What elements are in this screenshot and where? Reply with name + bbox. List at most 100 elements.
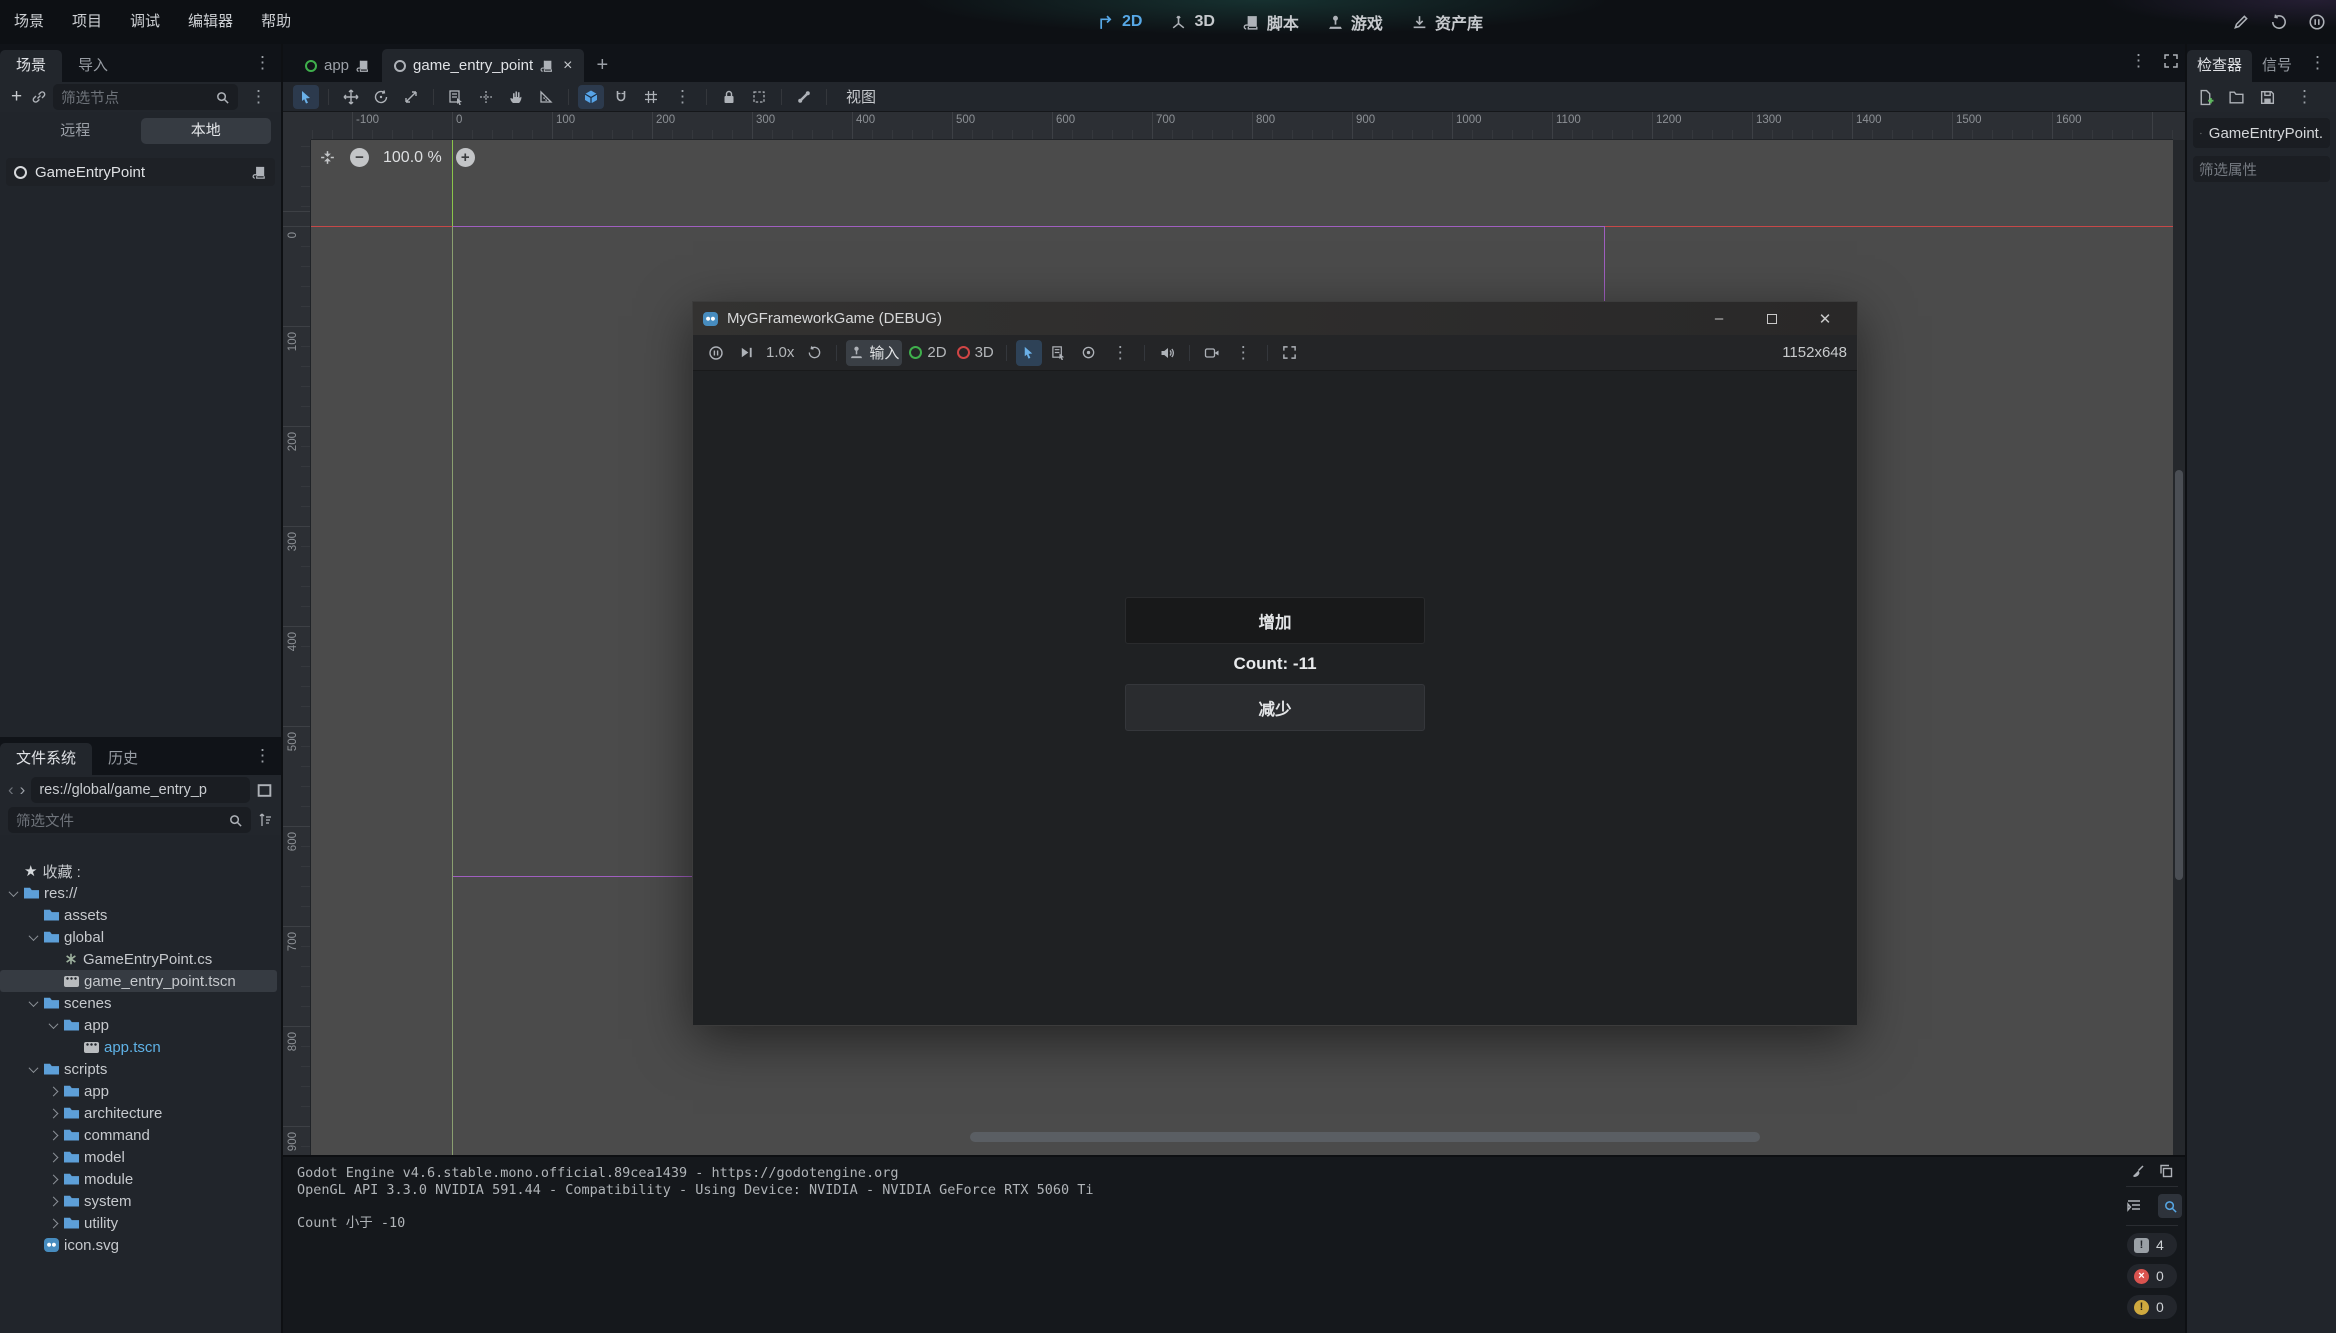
camera-override-button[interactable] bbox=[1076, 340, 1102, 366]
move-tool-button[interactable] bbox=[338, 85, 364, 109]
fs-row-app[interactable]: app bbox=[0, 1014, 283, 1036]
fs-row-res[interactable]: res:// bbox=[0, 882, 283, 904]
filesystem-menu-icon[interactable]: ⋮ bbox=[248, 741, 277, 771]
game-window[interactable]: MyGFrameworkGame (DEBUG) – ✕ 1.0x 输入 bbox=[693, 302, 1857, 1025]
back-button[interactable]: ‹ bbox=[8, 780, 14, 800]
pause-icon[interactable] bbox=[2308, 13, 2326, 31]
sort-icon[interactable] bbox=[257, 812, 273, 828]
chevron-right-icon[interactable] bbox=[49, 1218, 59, 1228]
rotate-tool-button[interactable] bbox=[368, 85, 394, 109]
new-scene-tab-button[interactable]: + bbox=[584, 49, 620, 82]
scene-root-node[interactable]: GameEntryPoint bbox=[6, 158, 275, 186]
path-input[interactable]: res://global/game_entry_p bbox=[31, 777, 250, 803]
chevron-right-icon[interactable] bbox=[49, 1086, 59, 1096]
close-button[interactable]: ✕ bbox=[1803, 302, 1847, 335]
workspace-game-button[interactable]: 游戏 bbox=[1327, 10, 1383, 34]
tab-signals[interactable]: 信号 bbox=[2252, 50, 2302, 82]
zoom-level[interactable]: 100.0 % bbox=[383, 149, 442, 167]
game-options-icon[interactable]: ⋮ bbox=[1106, 338, 1135, 368]
speed-selector[interactable]: 1.0x bbox=[763, 340, 797, 366]
chevron-right-icon[interactable] bbox=[49, 1108, 59, 1118]
chevron-right-icon[interactable] bbox=[49, 1196, 59, 1206]
fs-row-[interactable]: ★收藏 : bbox=[0, 860, 283, 882]
fs-row-app.tscn[interactable]: app.tscn bbox=[0, 1036, 283, 1058]
pointer-icon[interactable] bbox=[2232, 13, 2250, 31]
forward-button[interactable]: › bbox=[20, 780, 26, 800]
attached-script-icon[interactable] bbox=[252, 165, 267, 180]
fs-row-assets[interactable]: assets bbox=[0, 904, 283, 926]
fs-row-scripts[interactable]: scripts bbox=[0, 1058, 283, 1080]
horizontal-scrollbar[interactable] bbox=[970, 1132, 1760, 1142]
list-select-button[interactable] bbox=[443, 85, 469, 109]
scene-tree-menu-icon[interactable]: ⋮ bbox=[244, 82, 273, 112]
chevron-down-icon[interactable] bbox=[29, 931, 39, 941]
fs-row-icon.svg[interactable]: icon.svg bbox=[0, 1234, 283, 1256]
debug-2d-button[interactable]: 2D bbox=[906, 340, 949, 366]
select-tool-button[interactable] bbox=[293, 85, 319, 109]
fs-row-architecture[interactable]: architecture bbox=[0, 1102, 283, 1124]
workspace-assetlib-button[interactable]: 资产库 bbox=[1411, 10, 1483, 34]
new-resource-icon[interactable] bbox=[2197, 89, 2214, 106]
fs-row-global[interactable]: global bbox=[0, 926, 283, 948]
menu-debug[interactable]: 调试 bbox=[116, 0, 174, 44]
game-window-titlebar[interactable]: MyGFrameworkGame (DEBUG) – ✕ bbox=[693, 302, 1857, 335]
reload-icon[interactable] bbox=[2270, 13, 2288, 31]
expand-icon[interactable] bbox=[2163, 53, 2179, 69]
filter-files-input[interactable]: 筛选文件 bbox=[8, 807, 251, 833]
maximize-button[interactable] bbox=[1750, 302, 1794, 335]
input-toggle-button[interactable]: 输入 bbox=[846, 340, 902, 366]
fs-row-model[interactable]: model bbox=[0, 1146, 283, 1168]
fs-row-module[interactable]: module bbox=[0, 1168, 283, 1190]
increase-button[interactable]: 增加 bbox=[1125, 597, 1425, 644]
inspector-menu-icon[interactable]: ⋮ bbox=[2303, 48, 2332, 78]
snap-options-icon[interactable]: ⋮ bbox=[668, 82, 697, 112]
save-icon[interactable] bbox=[2259, 89, 2276, 106]
error-count-badge[interactable]: × 0 bbox=[2127, 1264, 2177, 1288]
decrease-button[interactable]: 减少 bbox=[1125, 684, 1425, 731]
pan-tool-button[interactable] bbox=[503, 85, 529, 109]
scene-tab-app[interactable]: app bbox=[293, 49, 382, 82]
menu-project[interactable]: 项目 bbox=[58, 0, 116, 44]
zoom-out-button[interactable]: − bbox=[350, 148, 369, 167]
remote-button[interactable]: 远程 bbox=[10, 118, 141, 144]
menu-editor[interactable]: 编辑器 bbox=[174, 0, 247, 44]
tab-import[interactable]: 导入 bbox=[62, 50, 124, 82]
pause-game-button[interactable] bbox=[703, 340, 729, 366]
camera-button[interactable] bbox=[1199, 340, 1225, 366]
scene-tab-game-entry-point[interactable]: game_entry_point × bbox=[382, 49, 584, 82]
vertical-scrollbar-thumb[interactable] bbox=[2175, 470, 2183, 880]
chevron-down-icon[interactable] bbox=[29, 997, 39, 1007]
fs-row-system[interactable]: system bbox=[0, 1190, 283, 1212]
lock-button[interactable] bbox=[716, 85, 742, 109]
next-frame-button[interactable] bbox=[733, 340, 759, 366]
game-list-select[interactable] bbox=[1046, 340, 1072, 366]
ruler-tool-button[interactable] bbox=[533, 85, 559, 109]
close-tab-icon[interactable]: × bbox=[563, 57, 572, 75]
local-button[interactable]: 本地 bbox=[141, 118, 272, 144]
mute-audio-button[interactable] bbox=[1154, 340, 1180, 366]
chevron-right-icon[interactable] bbox=[49, 1152, 59, 1162]
message-count-badge[interactable]: ! 4 bbox=[2127, 1233, 2177, 1257]
grid-snap-button[interactable] bbox=[608, 85, 634, 109]
menu-help[interactable]: 帮助 bbox=[247, 0, 305, 44]
workspace-3d-button[interactable]: 3D bbox=[1170, 13, 1214, 31]
tab-filesystem[interactable]: 文件系统 bbox=[0, 743, 92, 775]
reset-speed-button[interactable] bbox=[801, 340, 827, 366]
workspace-2d-button[interactable]: 2D bbox=[1098, 13, 1142, 31]
fs-row-scenes[interactable]: scenes bbox=[0, 992, 283, 1014]
warning-count-badge[interactable]: ! 0 bbox=[2127, 1295, 2177, 1319]
scale-tool-button[interactable] bbox=[398, 85, 424, 109]
edited-object-bar[interactable]: GameEntryPoint. bbox=[2193, 118, 2330, 148]
fs-row-command[interactable]: command bbox=[0, 1124, 283, 1146]
skeleton-button[interactable] bbox=[791, 85, 817, 109]
fs-row-game_entry_point.tscn[interactable]: game_entry_point.tscn bbox=[0, 970, 277, 992]
filter-properties-input[interactable]: 筛选属性 bbox=[2193, 156, 2330, 182]
tab-inspector[interactable]: 检查器 bbox=[2187, 50, 2252, 82]
scene-tabs-menu-icon[interactable]: ⋮ bbox=[2124, 46, 2153, 76]
link-icon[interactable] bbox=[31, 89, 47, 105]
collapse-tree-button[interactable] bbox=[2122, 1194, 2146, 1218]
chevron-down-icon[interactable] bbox=[9, 887, 19, 897]
tab-history[interactable]: 历史 bbox=[92, 743, 154, 775]
fs-row-utility[interactable]: utility bbox=[0, 1212, 283, 1234]
view-menu-button[interactable]: 视图 bbox=[836, 86, 886, 107]
